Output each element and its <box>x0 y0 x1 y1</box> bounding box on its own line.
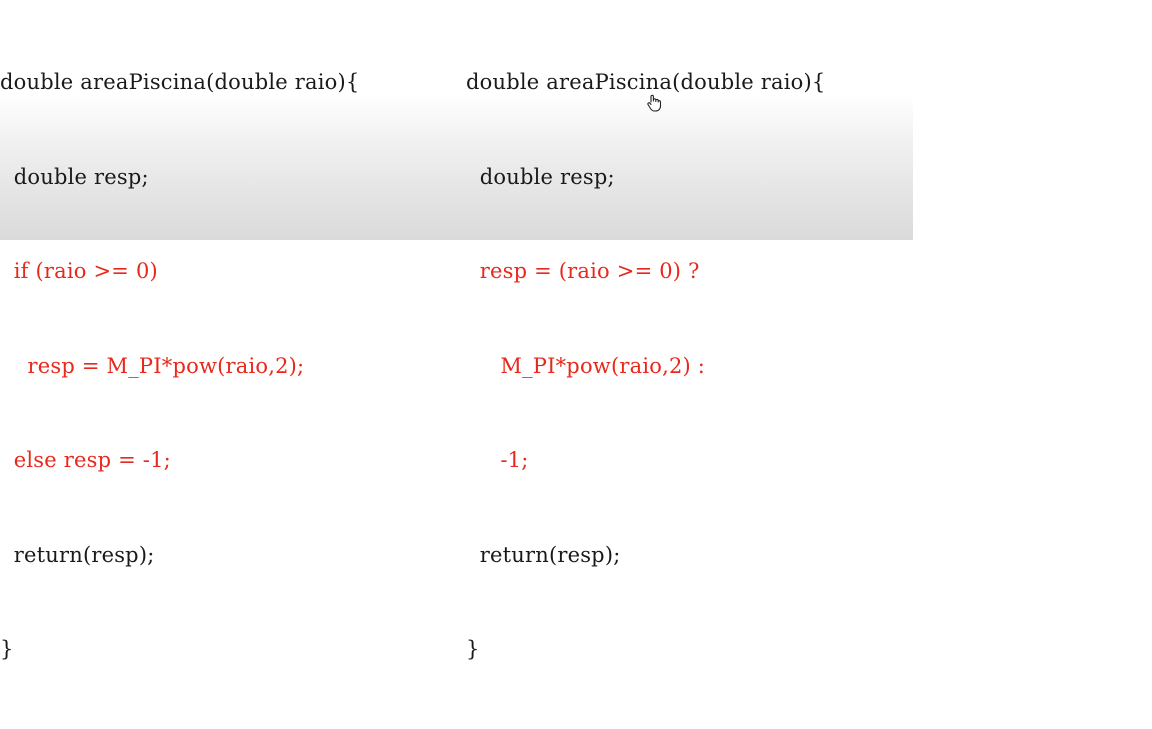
code-line-highlighted: if (raio >= 0) <box>0 259 158 283</box>
code-line-highlighted: resp = (raio >= 0) ? <box>466 259 700 283</box>
code-line-highlighted: M_PI*pow(raio,2) : <box>466 353 706 378</box>
code-line: double areaPiscina(double raio){ <box>0 70 360 94</box>
code-line-highlighted: resp = M_PI*pow(raio,2); <box>0 353 305 378</box>
code-line: double resp; <box>466 164 615 189</box>
code-line-highlighted: -1; <box>466 448 529 472</box>
hand-pointer-icon <box>647 94 662 112</box>
code-line: } <box>466 637 480 661</box>
code-line: double resp; <box>0 164 149 189</box>
slide-content-area: double areaPiscina(double raio){ double … <box>0 0 913 661</box>
code-line: return(resp); <box>466 542 621 567</box>
code-block-ternary: double areaPiscina(double raio){ double … <box>466 4 825 729</box>
code-line-highlighted: else resp = -1; <box>0 448 171 472</box>
code-line: } <box>0 637 14 661</box>
code-line: return(resp); <box>0 542 155 567</box>
code-block-if-else: double areaPiscina(double raio){ double … <box>0 4 359 729</box>
